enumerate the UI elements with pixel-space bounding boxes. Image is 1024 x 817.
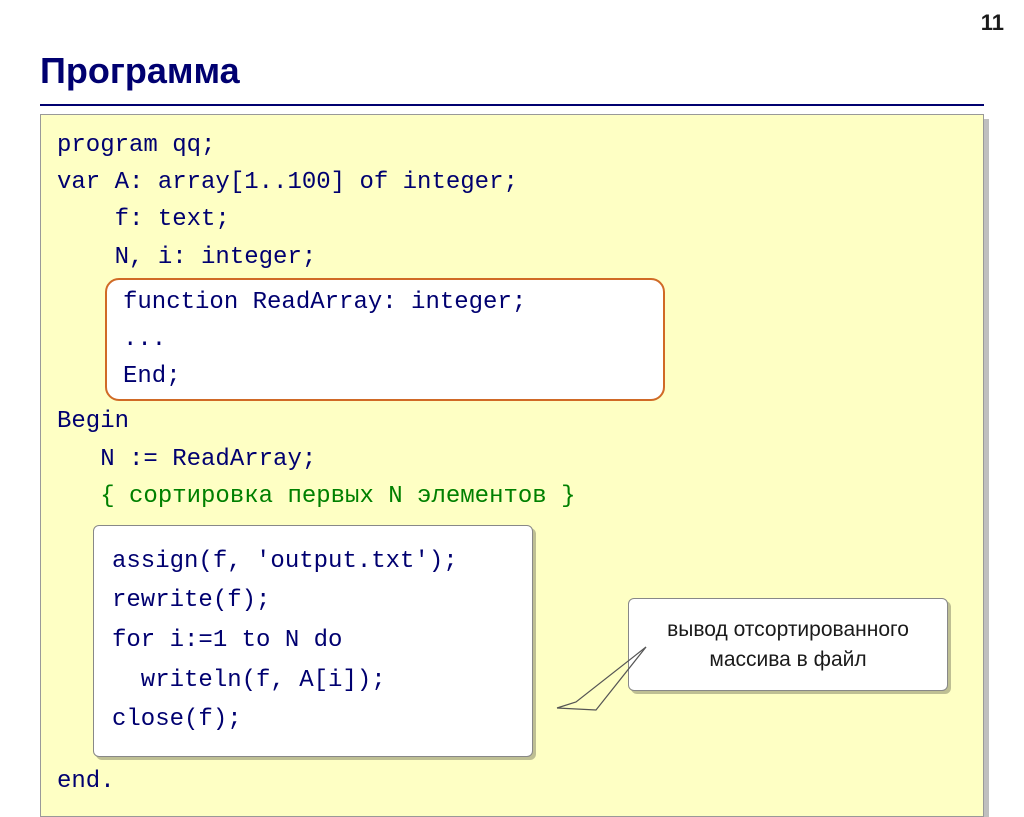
code-line: f: text;	[57, 201, 967, 238]
code-line: end.	[57, 763, 967, 800]
page-number: 11	[981, 10, 1004, 36]
slide-title: Программа	[40, 50, 984, 92]
code-line: writeln(f, A[i]);	[112, 661, 514, 701]
callout-pointer-icon	[551, 642, 651, 712]
code-line: var A: array[1..100] of integer;	[57, 164, 967, 201]
code-comment: { сортировка первых N элементов }	[57, 478, 967, 515]
code-line: ...	[123, 321, 647, 358]
code-line: End;	[123, 358, 647, 395]
function-box: function ReadArray: integer; ... End;	[105, 278, 665, 402]
code-line: close(f);	[112, 700, 514, 740]
code-line: rewrite(f);	[112, 581, 514, 621]
code-line: for i:=1 to N do	[112, 621, 514, 661]
callout-box: вывод отсортированного массива в файл	[628, 598, 948, 691]
code-line: function ReadArray: integer;	[123, 284, 647, 321]
code-line: program qq;	[57, 127, 967, 164]
callout-text: вывод отсортированного массива в файл	[667, 618, 909, 670]
output-code-box: assign(f, 'output.txt'); rewrite(f); for…	[93, 525, 533, 757]
code-line: N, i: integer;	[57, 239, 967, 276]
code-block: program qq; var A: array[1..100] of inte…	[40, 114, 984, 817]
code-line: assign(f, 'output.txt');	[112, 542, 514, 582]
title-rule	[40, 104, 984, 106]
code-line: Begin	[57, 403, 967, 440]
code-line: N := ReadArray;	[57, 441, 967, 478]
